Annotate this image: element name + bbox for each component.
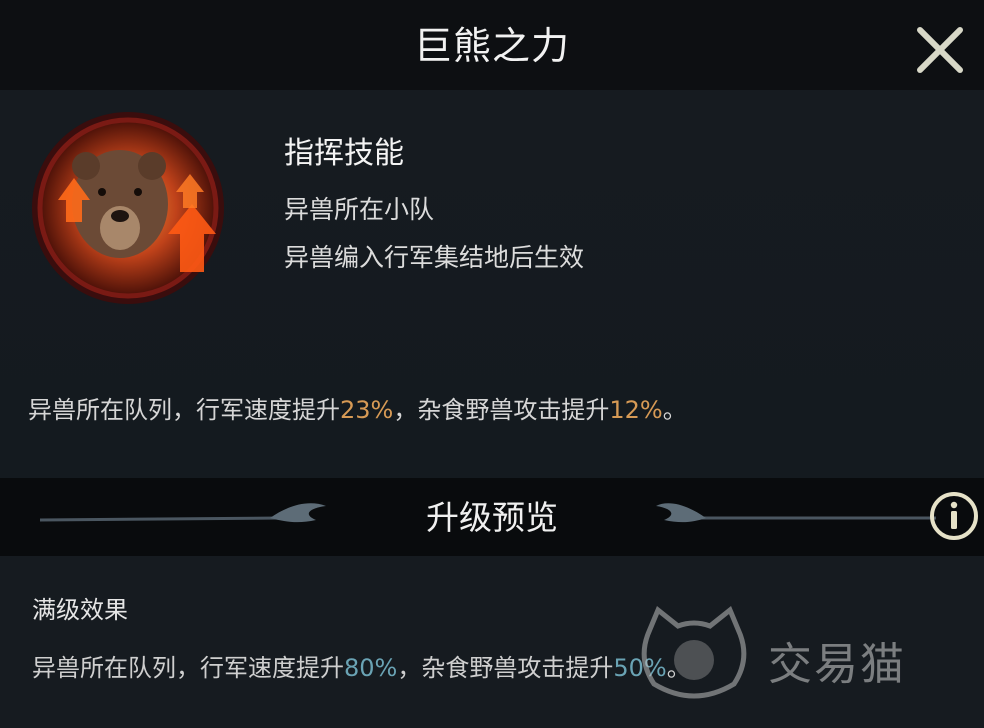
info-icon [930,492,978,540]
page-title: 巨熊之力 [413,24,570,68]
close-icon [917,27,963,73]
desc-value2: 12% [609,396,663,424]
bear-skill-icon [28,104,228,310]
skill-condition-2: 异兽编入行军集结地后生效 [284,243,585,272]
max-desc-part2: ，杂食野兽攻击提升 [397,654,614,682]
max-level-description: 异兽所在队列，行军速度提升80%，杂食野兽攻击提升50%。 [32,648,691,683]
max-desc-value1: 80% [344,654,398,682]
skill-condition-1: 异兽所在小队 [284,195,435,224]
skill-type-label: 指挥技能 [284,136,404,171]
skill-description: 异兽所在队列，行军速度提升23%，杂食野兽攻击提升12%。 [28,390,687,425]
max-level-label: 满级效果 [32,596,128,624]
desc-part2: ，杂食野兽攻击提升 [393,396,610,424]
max-desc-part1: 异兽所在队列，行军速度提升 [32,654,344,682]
right-wing-decoration [656,503,936,523]
desc-value1: 23% [340,396,394,424]
desc-part3: 。 [662,396,687,424]
close-button[interactable] [910,20,970,80]
info-button[interactable] [928,490,980,542]
desc-part1: 异兽所在队列，行军速度提升 [28,396,340,424]
watermark-text: 交易猫 [768,639,906,690]
